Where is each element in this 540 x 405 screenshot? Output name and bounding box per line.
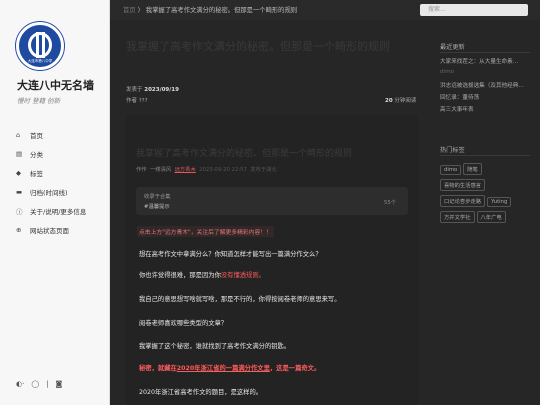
paragraph: 想在高考作文中拿满分么？你知道怎样才能写出一篇满分作文么？ xyxy=(139,251,322,258)
follow-notice: 点击上方"远方青木"，关注后了解更多精彩内容！！ xyxy=(137,226,274,237)
nav-item-about[interactable]: ⓘ 关于/说明/更多信息 xyxy=(16,201,106,220)
nav-label: 首页 xyxy=(30,131,43,140)
site-title[interactable]: 大连八中无名墙 xyxy=(17,77,94,93)
logo-bar-right xyxy=(42,32,45,58)
hot-tags-title: 热门标签 xyxy=(440,147,465,154)
page-title: 我掌握了高考作文满分的秘密。但那是一个畸形的规则 xyxy=(126,40,390,53)
nav-item-home[interactable]: ⌂ 首页 xyxy=(16,125,106,144)
article-title: 我掌握了高考作文满分的秘密。但那是一个畸形的规则 xyxy=(136,149,353,159)
breadcrumb-separator: 〉 xyxy=(137,7,144,14)
tag-link[interactable]: Yuting xyxy=(487,197,512,207)
recent-item[interactable]: 回忆录：董侍荡 xyxy=(440,93,479,101)
divider xyxy=(440,52,530,53)
breadcrumb-current: 我掌握了高考作文满分的秘密。但那是一个畸形的规则 xyxy=(145,7,298,14)
breadcrumb: 首页 〉 我掌握了高考作文满分的秘密。但那是一个畸形的规则 xyxy=(123,5,297,14)
nav-item-tags[interactable]: ◆ 标签 xyxy=(16,163,106,182)
tag-link[interactable]: 口记论杏步走路 xyxy=(440,195,486,207)
archive-icon: ▬ xyxy=(16,187,23,196)
tag-link[interactable]: 方并文学社 xyxy=(440,211,475,223)
paragraph: 2020年浙江省高考作文的题目，是这样的。 xyxy=(139,389,263,396)
paragraph: 我掌握了这个秘密，谁就找到了高考作文满分的钥匙。 xyxy=(139,343,291,350)
nav-label: 归档(时间线) xyxy=(30,188,68,197)
sidebar: 大连市第八中学 大连八中无名墙 慢时 登籍 创新 ⌂ 首页 ▤ 分类 ◆ 标签 ▬ 归档… xyxy=(0,0,110,405)
paragraph-highlight: 秘密，就藏在2020年浙江省的一篇满分作文里，这是一篇奇文。 xyxy=(139,365,321,372)
home-icon: ⌂ xyxy=(16,130,21,139)
tag-link[interactable]: 随笔 xyxy=(463,163,482,175)
globe-icon: ⊕ xyxy=(16,225,22,234)
site-subtitle: 慢时 登籍 创新 xyxy=(17,97,61,105)
category-icon: ▤ xyxy=(16,149,23,158)
author-link[interactable]: 远方青木 xyxy=(175,167,196,173)
logo-ring-icon xyxy=(28,32,52,58)
rss-icon[interactable]: ◙ xyxy=(56,380,63,388)
recent-updates-title: 最近更新 xyxy=(440,44,465,51)
paragraph: 你也许觉得很难，那是因为你没有懂透规则。 xyxy=(139,272,265,279)
school-logo[interactable]: 大连市第八中学 xyxy=(16,22,64,70)
nav-item-archive[interactable]: ▬ 归档(时间线) xyxy=(16,182,106,201)
paragraph: 阅卷老师喜欢哪些类型的文章？ xyxy=(139,320,228,327)
recent-item[interactable]: 高三大事年表 xyxy=(440,105,474,113)
nav-item-categories[interactable]: ▤ 分类 xyxy=(16,144,106,163)
info-icon: ⓘ xyxy=(16,207,23,216)
sidebar-footer: ◐· ◯ | ◙ xyxy=(16,380,62,388)
logo-text: 大连市第八中学 xyxy=(27,59,53,63)
collection-name[interactable]: #温馨提示 xyxy=(144,202,400,210)
tag-link[interactable]: dimo xyxy=(440,165,462,175)
recent-item[interactable]: 大家来找茬之：从大量生命素… xyxy=(440,57,518,65)
recent-item[interactable]: dimo xyxy=(440,69,454,75)
article-byline: 作作 一缕清风 远方青木 2023-09-20 22:57 发布于湖北 xyxy=(136,167,277,173)
github-icon[interactable]: ◯ xyxy=(31,380,39,388)
tag-icon: ◆ xyxy=(16,168,21,177)
tag-cloud: dimo 随笔 喜物的生活感言 口记论杏步走路 Yuting 方并文学社 八年广电 xyxy=(440,163,535,227)
nav-label: 分类 xyxy=(30,150,43,159)
sidebar-nav: ⌂ 首页 ▤ 分类 ◆ 标签 ▬ 归档(时间线) ⓘ 关于/说明/更多信息 ⊕ 网站状态页面 xyxy=(16,125,106,239)
divider xyxy=(440,155,530,156)
separator-icon: | xyxy=(46,380,49,388)
nav-item-status[interactable]: ⊕ 网站状态页面 xyxy=(16,220,106,239)
author-meta: 作者 ??? xyxy=(126,98,148,104)
nav-label: 关于/说明/更多信息 xyxy=(30,207,87,216)
recent-item[interactable]: 洪志远被选拔选集（及其他经典… xyxy=(440,81,524,89)
nav-label: 网站状态页面 xyxy=(30,226,69,235)
search-input[interactable]: 搜索... xyxy=(420,4,528,16)
collection-count: 55个 xyxy=(383,200,396,206)
tag-link[interactable]: 八年广电 xyxy=(476,211,506,223)
read-time: 20 分钟阅读 xyxy=(385,98,417,104)
collection-label: 收录于合集 xyxy=(144,194,171,200)
logo-bar-left xyxy=(36,32,39,58)
paragraph: 我自己的意思想写啥就写啥，那是不行的，你得按阅卷老师的意思来写。 xyxy=(139,296,341,303)
breadcrumb-home[interactable]: 首页 xyxy=(123,7,136,14)
nav-label: 标签 xyxy=(30,169,43,178)
publish-date: 发表于 2023/09/19 xyxy=(126,87,179,93)
tag-link[interactable]: 喜物的生活感言 xyxy=(440,179,486,191)
theme-toggle-icon[interactable]: ◐· xyxy=(16,380,24,388)
collection-box[interactable]: 收录于合集 #温馨提示 55个 xyxy=(136,187,408,215)
